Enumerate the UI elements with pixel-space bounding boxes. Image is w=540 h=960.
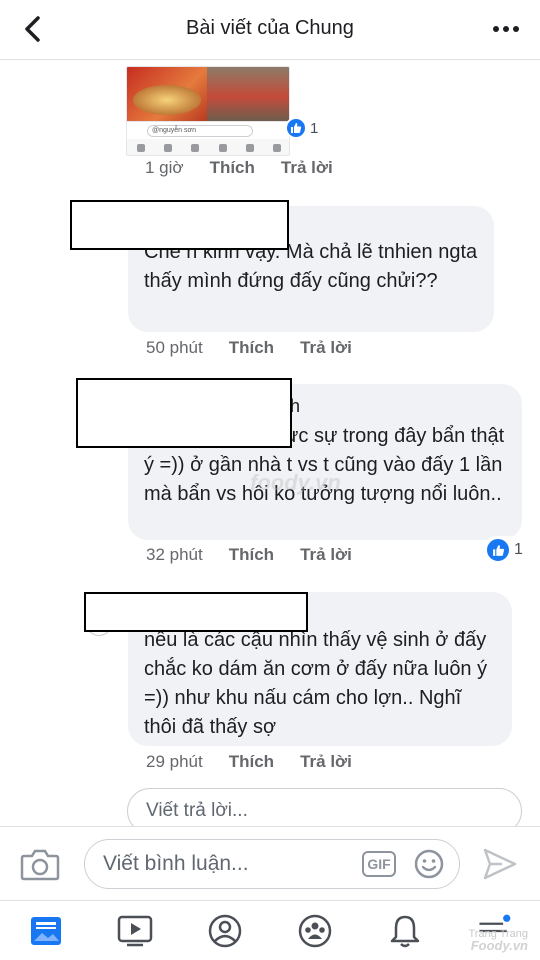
groups-icon xyxy=(298,914,332,948)
like-badge xyxy=(285,117,307,139)
nav-notifications[interactable] xyxy=(385,911,425,951)
comment-composer: Viết bình luận... GIF xyxy=(0,826,540,900)
comment-actions: 32 phút Thích Trả lời xyxy=(146,545,352,565)
camera-icon xyxy=(20,849,60,881)
like-link[interactable]: Thích xyxy=(229,752,274,772)
comment-actions: 29 phút Thích Trả lời xyxy=(146,752,352,772)
like-link[interactable]: Thích xyxy=(229,338,274,358)
comment-text: nếu là các cậu nhìn thấy vệ sinh ở đấy c… xyxy=(144,629,488,738)
page-title: Bài viết của Chung xyxy=(186,17,354,39)
news-feed-icon xyxy=(31,917,61,945)
mini-icon xyxy=(191,144,200,152)
timestamp: 32 phút xyxy=(146,545,203,564)
like-badge xyxy=(485,537,511,563)
emoji-button[interactable] xyxy=(414,849,444,879)
timestamp: 50 phút xyxy=(146,338,203,357)
nav-watch[interactable] xyxy=(115,911,155,951)
crowd-photo xyxy=(207,67,289,121)
notifications-icon xyxy=(390,915,420,948)
gif-button[interactable]: GIF xyxy=(362,851,396,877)
redacted-name xyxy=(70,200,289,250)
redacted-name xyxy=(76,378,292,448)
top-bar: Bài viết của Chung xyxy=(0,0,540,60)
reaction-count: 1 xyxy=(310,119,319,137)
image-reaction[interactable]: 1 xyxy=(285,117,318,139)
thumbs-up-icon xyxy=(492,544,504,556)
timestamp: 29 phút xyxy=(146,752,203,771)
mini-icon xyxy=(218,144,227,152)
reaction-count: 1 xyxy=(514,541,523,558)
like-link[interactable]: Thích xyxy=(210,158,255,178)
emoji-icon xyxy=(414,849,444,879)
redacted-name xyxy=(84,592,308,632)
mini-nav xyxy=(127,139,289,155)
reply-link[interactable]: Trả lời xyxy=(300,545,352,565)
comment-input[interactable]: Viết bình luận... xyxy=(84,839,460,889)
more-icon xyxy=(493,26,519,32)
comment-actions: 50 phút Thích Trả lời xyxy=(146,338,352,358)
watermark-brand: Foody.vn xyxy=(470,938,528,953)
nav-profile[interactable] xyxy=(205,911,245,951)
timestamp: 1 giờ xyxy=(145,158,184,177)
reply-link[interactable]: Trả lời xyxy=(300,338,352,358)
watermark-center: foody.vn xyxy=(250,470,341,495)
mini-input: @nguyễn sơn xyxy=(147,125,253,137)
mini-icon xyxy=(136,144,145,152)
food-plate xyxy=(133,85,201,115)
profile-icon xyxy=(208,914,242,948)
watch-icon xyxy=(117,915,153,947)
bottom-navigation xyxy=(0,900,540,960)
mini-icon xyxy=(245,144,254,152)
thumbs-up-icon xyxy=(291,123,302,133)
attached-image[interactable]: @nguyễn sơn xyxy=(126,66,290,156)
reply-link[interactable]: Trả lời xyxy=(281,158,333,178)
nav-groups[interactable] xyxy=(295,911,335,951)
send-button[interactable] xyxy=(482,847,518,881)
send-icon xyxy=(483,848,517,880)
watermark: Trang Trang Foody.vn xyxy=(468,928,528,952)
mini-comment-bar: @nguyễn sơn xyxy=(127,121,289,139)
more-button[interactable] xyxy=(492,20,520,38)
mini-icon xyxy=(273,144,282,152)
like-link[interactable]: Thích xyxy=(229,545,274,565)
comment-reaction[interactable]: 1 xyxy=(484,536,526,564)
comment-actions: 1 giờ Thích Trả lời xyxy=(145,158,333,178)
mini-icon xyxy=(163,144,172,152)
nav-news-feed[interactable] xyxy=(26,911,66,951)
camera-button[interactable] xyxy=(20,847,60,881)
reply-link[interactable]: Trả lời xyxy=(300,752,352,772)
